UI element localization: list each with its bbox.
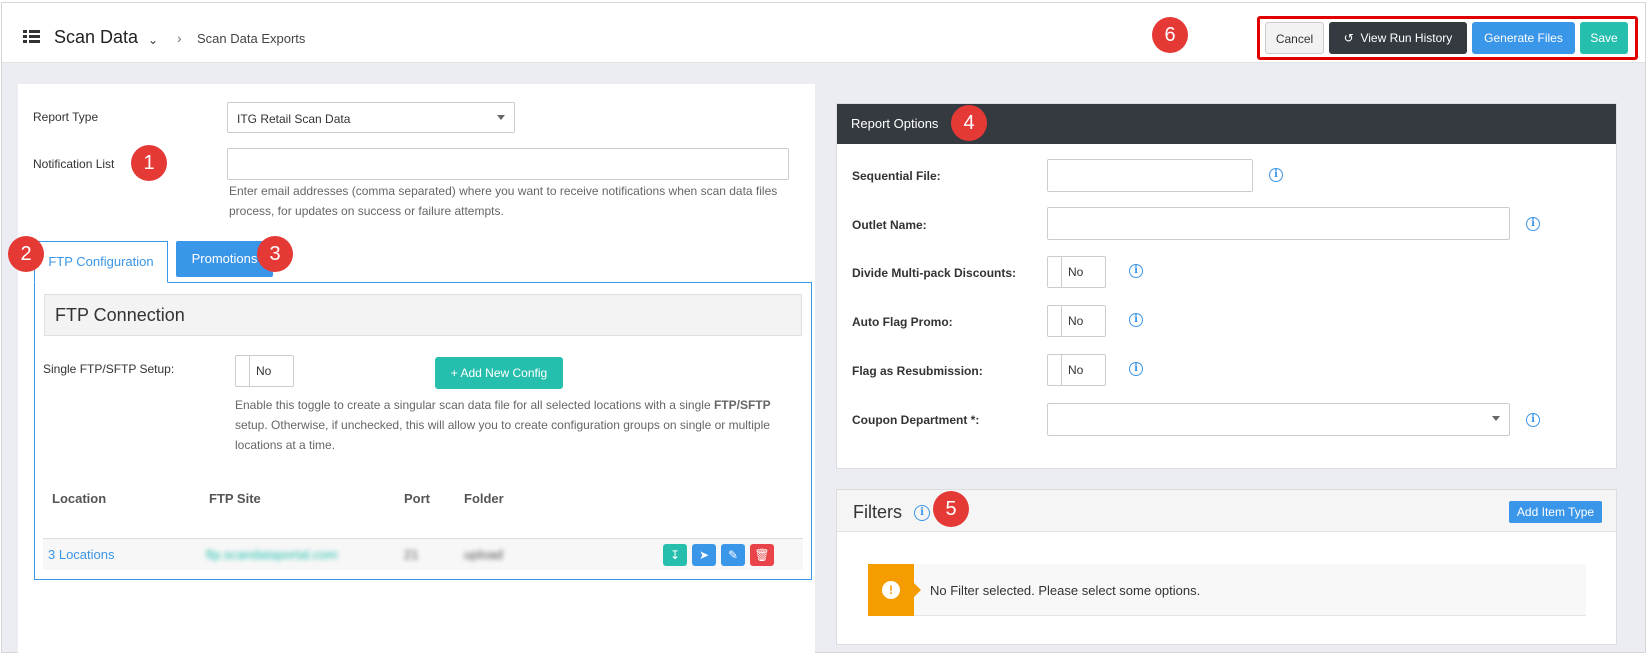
table-row: 3 Locations ftp.scandataportal.com 21 up… <box>43 538 803 570</box>
generate-files-button[interactable]: Generate Files <box>1472 22 1575 54</box>
info-icon[interactable]: i <box>1269 168 1283 182</box>
row-port: 21 <box>404 547 419 562</box>
add-item-type-button[interactable]: Add Item Type <box>1509 501 1602 523</box>
history-icon: ↺ <box>1343 31 1354 45</box>
info-icon[interactable]: i <box>1526 413 1540 427</box>
notification-list-label: Notification List <box>33 157 115 171</box>
alert-message: No Filter selected. Please select some o… <box>930 583 1201 598</box>
single-ftp-toggle[interactable]: No <box>235 355 294 387</box>
info-icon[interactable]: i <box>914 505 930 521</box>
toggle-knob <box>1048 257 1062 287</box>
ftp-help-part-1: Enable this toggle to create a singular … <box>235 398 711 412</box>
report-type-value: ITG Retail Scan Data <box>237 112 351 126</box>
download-icon[interactable]: ↧ <box>663 544 687 566</box>
column-header-ftp-site[interactable]: FTP Site <box>209 491 261 506</box>
row-location-link[interactable]: 3 Locations <box>48 547 115 562</box>
ftp-help-text: Enable this toggle to create a singular … <box>235 395 775 455</box>
outlet-name-input[interactable] <box>1047 207 1510 240</box>
edit-icon[interactable]: ✎ <box>721 544 745 566</box>
column-header-location[interactable]: Location <box>52 491 106 506</box>
callout-badge-3: 3 <box>257 236 293 272</box>
info-icon[interactable]: i <box>1129 264 1143 278</box>
send-icon[interactable]: ➤ <box>692 544 716 566</box>
notification-help-text: Enter email addresses (comma separated) … <box>229 184 778 218</box>
notification-list-input[interactable] <box>227 148 789 180</box>
outlet-name-label: Outlet Name: <box>852 218 927 232</box>
single-ftp-setup-label: Single FTP/SFTP Setup: <box>43 362 175 376</box>
delete-icon[interactable]: 🗑 <box>750 544 774 566</box>
divide-multipack-toggle[interactable]: No <box>1047 256 1106 288</box>
callout-badge-1: 1 <box>131 145 167 181</box>
alert-arrow <box>914 583 921 597</box>
toggle-knob <box>1048 306 1062 336</box>
auto-flag-promo-toggle[interactable]: No <box>1047 305 1106 337</box>
toggle-value: No <box>1068 363 1084 377</box>
report-options-card: Report Options Sequential File: i Outlet… <box>836 103 1617 469</box>
column-header-folder[interactable]: Folder <box>464 491 504 506</box>
divide-multipack-label: Divide Multi-pack Discounts: <box>852 266 1017 280</box>
cancel-button[interactable]: Cancel <box>1265 22 1324 54</box>
coupon-department-select[interactable] <box>1047 403 1510 436</box>
chevron-right-icon: › <box>177 30 182 46</box>
coupon-department-label: Coupon Department *: <box>852 413 980 427</box>
view-run-history-label: View Run History <box>1360 31 1453 45</box>
row-ftp-site: ftp.scandataportal.com <box>206 547 338 562</box>
no-filter-alert: ! No Filter selected. Please select some… <box>868 564 1586 616</box>
breadcrumb: Scan Data Exports <box>197 31 306 46</box>
ftp-connection-heading: FTP Connection <box>44 294 802 336</box>
sequential-file-input[interactable] <box>1047 159 1253 192</box>
page-title: Scan Data <box>54 27 139 47</box>
caret-down-icon <box>1492 416 1500 421</box>
filters-title: Filters <box>853 502 902 522</box>
sequential-file-label: Sequential File: <box>852 169 941 183</box>
callout-badge-5: 5 <box>933 491 969 527</box>
callout-badge-6: 6 <box>1152 17 1188 53</box>
info-icon[interactable]: i <box>1129 313 1143 327</box>
toggle-value: No <box>1068 314 1084 328</box>
row-folder: upload <box>464 547 504 562</box>
ftp-help-part-2: setup. Otherwise, if unchecked, this wil… <box>235 418 770 452</box>
auto-flag-promo-label: Auto Flag Promo: <box>852 315 953 329</box>
warning-icon: ! <box>868 564 914 616</box>
toggle-value: No <box>1068 265 1084 279</box>
info-icon[interactable]: i <box>1526 217 1540 231</box>
list-menu-icon[interactable] <box>23 30 41 44</box>
caret-down-icon <box>497 115 505 120</box>
flag-resubmission-label: Flag as Resubmission: <box>852 364 983 378</box>
toggle-knob <box>236 356 250 386</box>
toggle-value: No <box>256 364 272 378</box>
callout-badge-4: 4 <box>951 105 987 141</box>
report-type-select[interactable]: ITG Retail Scan Data <box>227 102 515 133</box>
flag-resubmission-toggle[interactable]: No <box>1047 354 1106 386</box>
tab-ftp-configuration[interactable]: FTP Configuration <box>34 241 168 283</box>
view-run-history-button[interactable]: ↺ View Run History <box>1329 22 1467 54</box>
ftp-help-bold: FTP/SFTP <box>713 398 771 412</box>
callout-badge-2: 2 <box>8 236 44 272</box>
report-type-label: Report Type <box>33 110 99 124</box>
chevron-down-icon[interactable]: ⌄ <box>148 33 158 47</box>
column-header-port[interactable]: Port <box>404 491 430 506</box>
toggle-knob <box>1048 355 1062 385</box>
add-new-config-button[interactable]: + Add New Config <box>435 357 563 389</box>
save-button[interactable]: Save <box>1580 22 1628 54</box>
info-icon[interactable]: i <box>1129 362 1143 376</box>
